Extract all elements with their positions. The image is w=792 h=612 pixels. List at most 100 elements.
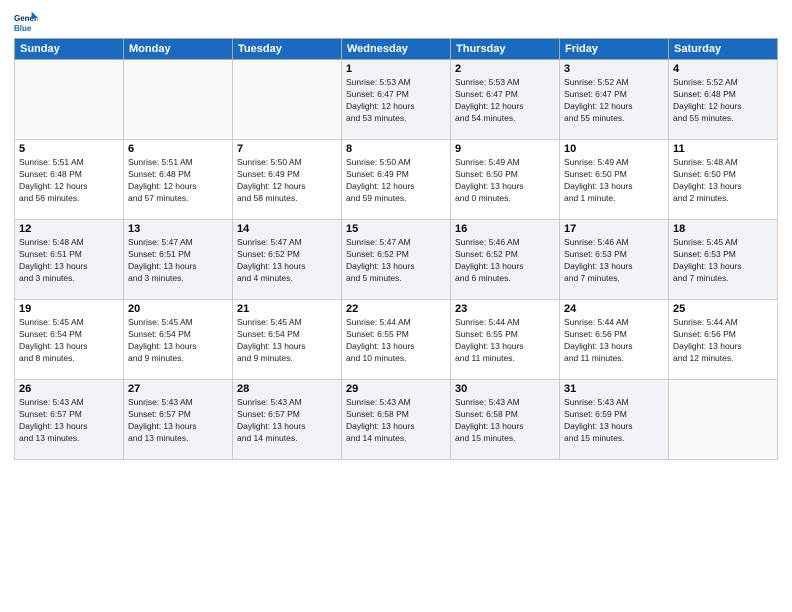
day-cell: 4 Sunrise: 5:52 AMSunset: 6:48 PMDaylight… [669,60,778,140]
day-cell: 22 Sunrise: 5:44 AMSunset: 6:55 PMDayligh… [342,300,451,380]
day-number: 2 [455,63,555,75]
calendar-container: General Blue SundayMondayTuesdayWednesda… [0,0,792,612]
header: General Blue [14,10,778,34]
day-cell: 21Sunrise: 5:45 AMSunset: 6:54 PMDayligh… [233,300,342,380]
day-info: Sunrise: 5:45 AMSunset: 6:54 PMDaylight:… [19,317,119,365]
day-info: Sunrise: 5:45 AMSunset: 6:53 PMDaylight:… [673,237,773,285]
day-number: 28 [237,383,337,395]
day-info: Sunrise: 5:43 AMSunset: 6:57 PMDaylight:… [19,397,119,445]
day-number: 10 [564,143,664,155]
week-row-3: 12Sunrise: 5:48 AMSunset: 6:51 PMDayligh… [15,220,778,300]
day-info: Sunrise: 5:47 AMSunset: 6:52 PMDaylight:… [346,237,446,285]
day-number: 18 [673,223,773,235]
day-number: 23 [455,303,555,315]
day-cell: 2Sunrise: 5:53 AMSunset: 6:47 PMDaylight… [451,60,560,140]
day-number: 1 [346,63,446,75]
day-info: Sunrise: 5:47 AMSunset: 6:51 PMDaylight:… [128,237,228,285]
day-number: 25 [673,303,773,315]
day-cell: 17 Sunrise: 5:46 AMSunset: 6:53 PMDayligh… [560,220,669,300]
day-number: 5 [19,143,119,155]
day-cell: 20 Sunrise: 5:45 AMSunset: 6:54 PMDayligh… [124,300,233,380]
day-number: 7 [237,143,337,155]
day-number: 24 [564,303,664,315]
day-cell: 3 Sunrise: 5:52 AMSunset: 6:47 PMDaylight… [560,60,669,140]
day-info: Sunrise: 5:48 AMSunset: 6:50 PMDaylight:… [673,157,773,205]
header-cell-sunday: Sunday [15,39,124,60]
day-info: Sunrise: 5:46 AMSunset: 6:52 PMDaylight:… [455,237,555,285]
day-info: Sunrise: 5:53 AMSunset: 6:47 PMDaylight:… [346,77,446,125]
day-number: 15 [346,223,446,235]
day-info: Sunrise: 5:43 AMSunset: 6:59 PMDaylight:… [564,397,664,445]
day-cell [233,60,342,140]
day-cell: 16 Sunrise: 5:46 AMSunset: 6:52 PMDayligh… [451,220,560,300]
day-number: 16 [455,223,555,235]
day-number: 4 [673,63,773,75]
day-info: Sunrise: 5:51 AMSunset: 6:48 PMDaylight:… [19,157,119,205]
day-cell: 11 Sunrise: 5:48 AMSunset: 6:50 PMDayligh… [669,140,778,220]
header-cell-friday: Friday [560,39,669,60]
day-number: 22 [346,303,446,315]
day-info: Sunrise: 5:50 AMSunset: 6:49 PMDaylight:… [346,157,446,205]
day-cell: 15 Sunrise: 5:47 AMSunset: 6:52 PMDayligh… [342,220,451,300]
day-cell: 23 Sunrise: 5:44 AMSunset: 6:55 PMDayligh… [451,300,560,380]
header-row: SundayMondayTuesdayWednesdayThursdayFrid… [15,39,778,60]
day-number: 8 [346,143,446,155]
day-number: 20 [128,303,228,315]
day-number: 13 [128,223,228,235]
day-cell: 30Sunrise: 5:43 AMSunset: 6:58 PMDayligh… [451,380,560,460]
calendar-table: SundayMondayTuesdayWednesdayThursdayFrid… [14,38,778,460]
day-info: Sunrise: 5:51 AMSunset: 6:48 PMDaylight:… [128,157,228,205]
day-cell: 24 Sunrise: 5:44 AMSunset: 6:56 PMDayligh… [560,300,669,380]
header-cell-monday: Monday [124,39,233,60]
logo: General Blue [14,10,42,34]
day-number: 30 [455,383,555,395]
day-info: Sunrise: 5:49 AMSunset: 6:50 PMDaylight:… [455,157,555,205]
day-cell [669,380,778,460]
day-info: Sunrise: 5:44 AMSunset: 6:56 PMDaylight:… [564,317,664,365]
calendar-body: 1 Sunrise: 5:53 AMSunset: 6:47 PMDaylight… [15,60,778,460]
day-info: Sunrise: 5:48 AMSunset: 6:51 PMDaylight:… [19,237,119,285]
day-cell [124,60,233,140]
logo-icon: General Blue [14,10,38,34]
day-cell: 25Sunrise: 5:44 AMSunset: 6:56 PMDayligh… [669,300,778,380]
day-cell: 18 Sunrise: 5:45 AMSunset: 6:53 PMDayligh… [669,220,778,300]
week-row-5: 26 Sunrise: 5:43 AMSunset: 6:57 PMDayligh… [15,380,778,460]
day-cell: 9Sunrise: 5:49 AMSunset: 6:50 PMDaylight… [451,140,560,220]
day-cell: 31Sunrise: 5:43 AMSunset: 6:59 PMDayligh… [560,380,669,460]
week-row-1: 1 Sunrise: 5:53 AMSunset: 6:47 PMDaylight… [15,60,778,140]
header-cell-tuesday: Tuesday [233,39,342,60]
day-cell: 14Sunrise: 5:47 AMSunset: 6:52 PMDayligh… [233,220,342,300]
day-cell: 5 Sunrise: 5:51 AMSunset: 6:48 PMDaylight… [15,140,124,220]
calendar-header: SundayMondayTuesdayWednesdayThursdayFrid… [15,39,778,60]
day-info: Sunrise: 5:45 AMSunset: 6:54 PMDaylight:… [237,317,337,365]
day-info: Sunrise: 5:50 AMSunset: 6:49 PMDaylight:… [237,157,337,205]
day-cell: 1 Sunrise: 5:53 AMSunset: 6:47 PMDaylight… [342,60,451,140]
day-number: 29 [346,383,446,395]
day-number: 17 [564,223,664,235]
day-number: 26 [19,383,119,395]
day-number: 27 [128,383,228,395]
day-info: Sunrise: 5:45 AMSunset: 6:54 PMDaylight:… [128,317,228,365]
day-info: Sunrise: 5:52 AMSunset: 6:48 PMDaylight:… [673,77,773,125]
day-number: 19 [19,303,119,315]
svg-text:Blue: Blue [14,24,32,33]
day-info: Sunrise: 5:44 AMSunset: 6:55 PMDaylight:… [346,317,446,365]
day-info: Sunrise: 5:43 AMSunset: 6:57 PMDaylight:… [237,397,337,445]
day-number: 3 [564,63,664,75]
day-cell: 26 Sunrise: 5:43 AMSunset: 6:57 PMDayligh… [15,380,124,460]
day-cell: 10Sunrise: 5:49 AMSunset: 6:50 PMDayligh… [560,140,669,220]
day-info: Sunrise: 5:46 AMSunset: 6:53 PMDaylight:… [564,237,664,285]
day-cell: 28 Sunrise: 5:43 AMSunset: 6:57 PMDayligh… [233,380,342,460]
day-info: Sunrise: 5:44 AMSunset: 6:55 PMDaylight:… [455,317,555,365]
header-cell-thursday: Thursday [451,39,560,60]
week-row-4: 19 Sunrise: 5:45 AMSunset: 6:54 PMDayligh… [15,300,778,380]
day-cell: 29Sunrise: 5:43 AMSunset: 6:58 PMDayligh… [342,380,451,460]
day-number: 11 [673,143,773,155]
header-cell-wednesday: Wednesday [342,39,451,60]
week-row-2: 5 Sunrise: 5:51 AMSunset: 6:48 PMDaylight… [15,140,778,220]
day-info: Sunrise: 5:43 AMSunset: 6:57 PMDaylight:… [128,397,228,445]
day-info: Sunrise: 5:47 AMSunset: 6:52 PMDaylight:… [237,237,337,285]
day-cell: 27 Sunrise: 5:43 AMSunset: 6:57 PMDayligh… [124,380,233,460]
day-info: Sunrise: 5:52 AMSunset: 6:47 PMDaylight:… [564,77,664,125]
day-cell [15,60,124,140]
